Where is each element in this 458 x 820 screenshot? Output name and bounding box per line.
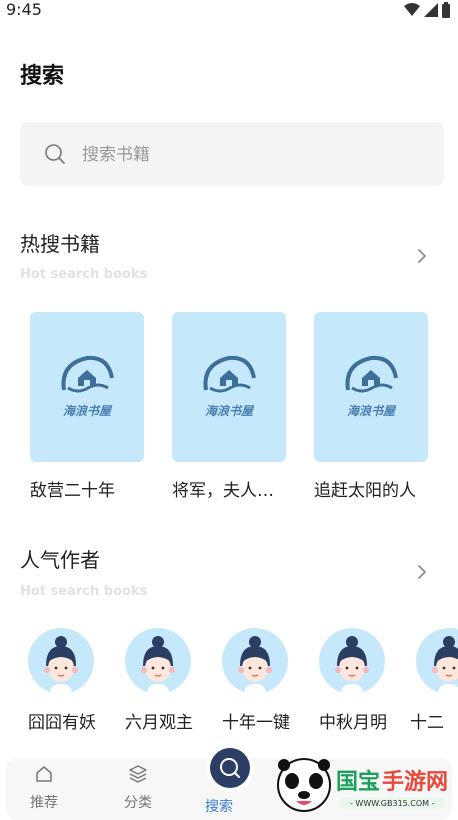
author-card[interactable]: 十年一键	[222, 628, 312, 733]
author-name[interactable]: 十二	[410, 708, 458, 733]
wave-house-logo-icon	[345, 355, 398, 393]
tab-recommend-label: 推荐	[30, 795, 58, 811]
avatar-girl-icon	[44, 636, 78, 694]
popular-authors-title: 人气作者	[20, 548, 100, 572]
home-icon	[36, 766, 52, 782]
book-title[interactable]: 将军，夫人…	[172, 476, 286, 501]
book-cover[interactable]: 海浪书屋	[314, 312, 428, 462]
book-cover[interactable]: 海浪书屋	[172, 312, 286, 462]
search-input[interactable]	[80, 140, 424, 170]
book-cover[interactable]: 海浪书屋	[30, 312, 144, 462]
book-cover-logo-text: 海浪书屋	[204, 404, 253, 418]
tab-category-label: 分类	[124, 795, 152, 811]
tab-search[interactable]	[206, 744, 254, 792]
hot-books-title: 热搜书籍	[20, 232, 100, 256]
wifi-icon	[404, 3, 420, 16]
svg-text:手游网: 手游网	[382, 769, 448, 795]
avatar-girl-icon	[432, 636, 458, 694]
author-card[interactable]: 十二	[410, 628, 458, 733]
svg-text:国宝: 国宝	[336, 769, 380, 795]
book-cover-logo-text: 海浪书屋	[62, 404, 111, 418]
search-icon	[220, 758, 240, 778]
tab-recommend[interactable]: 推荐	[14, 764, 74, 812]
wave-house-logo-icon	[203, 355, 256, 393]
avatar-girl-icon	[335, 636, 369, 694]
author-name[interactable]: 中秋月明	[319, 708, 409, 733]
author-name[interactable]: 十年一键	[222, 708, 312, 733]
book-card[interactable]: 海浪书屋 追赶太阳的人	[314, 312, 428, 501]
author-avatar[interactable]	[416, 628, 458, 694]
page-title: 搜索	[20, 64, 65, 89]
book-card[interactable]: 海浪书屋 将军，夫人…	[172, 312, 286, 501]
tab-category[interactable]: 分类	[108, 764, 168, 812]
book-title[interactable]: 敌营二十年	[30, 476, 144, 501]
tab-search-label: 搜索	[205, 799, 233, 815]
hot-books-more-chevron-icon[interactable]	[414, 248, 430, 264]
book-title[interactable]: 追赶太阳的人	[314, 476, 428, 501]
wave-house-logo-icon	[61, 355, 114, 393]
avatar-girl-icon	[141, 636, 175, 694]
author-avatar[interactable]	[125, 628, 191, 694]
author-avatar[interactable]	[28, 628, 94, 694]
gb315-watermark-logo: 国宝 手游网 - WWW.GB315.COM -	[277, 758, 448, 812]
avatar-girl-icon	[238, 636, 272, 694]
search-box[interactable]	[20, 122, 444, 186]
author-name[interactable]: 囧囧有妖	[28, 708, 118, 733]
book-cover-logo-text: 海浪书屋	[346, 404, 395, 418]
status-bar: 9:45	[0, 0, 458, 22]
signal-icon	[424, 3, 438, 17]
author-card[interactable]: 中秋月明	[319, 628, 409, 733]
svg-text:- WWW.GB315.COM -: - WWW.GB315.COM -	[350, 799, 435, 808]
author-avatar[interactable]	[222, 628, 288, 694]
tab-search-bubble	[210, 748, 250, 788]
author-card[interactable]: 六月观主	[125, 628, 215, 733]
popular-authors-more-chevron-icon[interactable]	[414, 564, 430, 580]
author-avatar[interactable]	[319, 628, 385, 694]
search-icon	[45, 144, 65, 164]
status-time: 9:45	[6, 0, 42, 19]
layers-icon	[129, 765, 147, 783]
status-icons	[404, 2, 450, 18]
popular-authors-subtitle: Hot search books	[20, 584, 148, 599]
author-card[interactable]: 囧囧有妖	[28, 628, 118, 733]
battery-icon	[442, 2, 450, 18]
hot-books-subtitle: Hot search books	[20, 267, 148, 282]
author-name[interactable]: 六月观主	[125, 708, 215, 733]
book-card[interactable]: 海浪书屋 敌营二十年	[30, 312, 144, 501]
